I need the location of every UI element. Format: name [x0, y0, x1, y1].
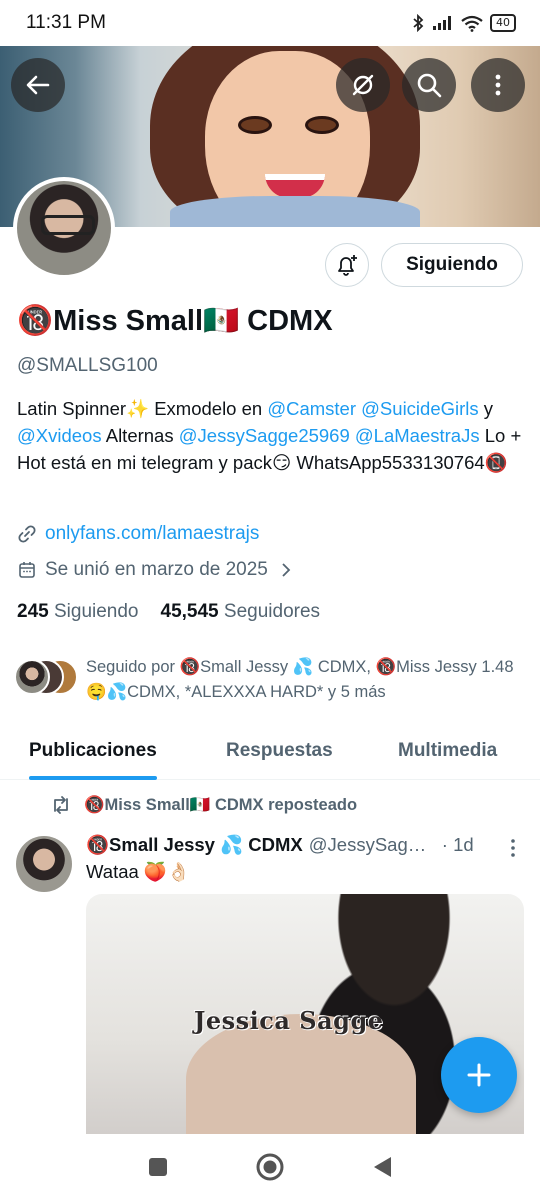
following-label: Siguiendo: [53, 601, 139, 622]
tab-respuestas[interactable]: Respuestas: [226, 722, 333, 780]
chevron-right-icon: [282, 563, 291, 577]
joined-date-row[interactable]: Se unió en marzo de 2025: [17, 559, 296, 581]
followed-by-avatars: [14, 659, 78, 695]
bio-text: Alternas: [101, 425, 179, 446]
more-vertical-icon[interactable]: [508, 838, 518, 858]
mention-link[interactable]: @Xvideos: [17, 425, 102, 446]
search-button[interactable]: [402, 58, 456, 112]
profile-avatar[interactable]: [13, 177, 115, 279]
system-navigation-bar: [0, 1134, 540, 1200]
calendar-icon: [19, 562, 35, 578]
profile-bio: Latin Spinner✨ Exmodelo en @Camster @Sui…: [17, 395, 527, 476]
repost-indicator[interactable]: 🔞Miss Small🇲🇽 CDMX reposteado: [50, 795, 357, 815]
followed-by-row[interactable]: Seguido por 🔞Small Jessy 💦 CDMX, 🔞Miss J…: [14, 655, 526, 705]
notifications-button[interactable]: [325, 243, 369, 287]
post-timestamp[interactable]: · 1d: [442, 834, 474, 856]
banner-illustration-collar: [170, 196, 420, 227]
post-text: Wataa 🍑👌🏻: [86, 861, 190, 882]
bio-text: Latin Spinner✨ Exmodelo en: [17, 398, 268, 419]
followers-stat[interactable]: 45,545 Seguidores: [161, 601, 321, 623]
display-name: 🔞Miss Small🇲🇽 CDMX: [17, 305, 333, 337]
hide-button[interactable]: [336, 58, 390, 112]
back-arrow-icon: [26, 75, 50, 95]
mention-link[interactable]: @LaMaestraJs: [355, 425, 480, 446]
post-author-name[interactable]: 🔞Small Jessy 💦 CDMX: [86, 834, 303, 856]
mention-link[interactable]: @JessySagge25969: [179, 425, 350, 446]
bell-plus-icon: [338, 255, 357, 276]
post-author-avatar[interactable]: [16, 836, 72, 892]
profile-website-link[interactable]: onlyfans.com/lamaestrajs: [45, 523, 259, 545]
home-icon[interactable]: [255, 1152, 285, 1182]
mention-link[interactable]: @Camster: [267, 398, 356, 419]
banner-illustration-eye: [305, 116, 339, 134]
mention-link[interactable]: @SuicideGirls: [361, 398, 478, 419]
followers-label: Seguidores: [223, 601, 321, 622]
status-icons: 40: [411, 14, 516, 32]
status-bar: 11:31 PM 40: [0, 0, 540, 46]
tab-publicaciones[interactable]: Publicaciones: [29, 722, 157, 780]
post-header: 🔞Small Jessy 💦 CDMX @JessySagge25969 · 1…: [86, 834, 526, 856]
follow-counts: 245 Siguiendo 45,545 Seguidores: [17, 601, 320, 623]
profile-link-row[interactable]: onlyfans.com/lamaestrajs: [17, 523, 259, 545]
banner-illustration-eye: [238, 116, 272, 134]
recent-apps-icon[interactable]: [147, 1156, 169, 1178]
eye-slash-icon: [352, 74, 374, 96]
followed-by-text: Seguido por 🔞Small Jessy 💦 CDMX, 🔞Miss J…: [86, 658, 514, 701]
link-icon: [18, 525, 36, 543]
repost-label: 🔞Miss Small🇲🇽 CDMX reposteado: [84, 795, 358, 814]
profile-tabs: Publicaciones Respuestas Multimedia: [0, 722, 540, 780]
tab-multimedia[interactable]: Multimedia: [398, 722, 497, 780]
username: @SMALLSG100: [17, 355, 158, 376]
following-button[interactable]: Siguiendo: [381, 243, 523, 287]
battery-indicator: 40: [490, 14, 516, 32]
signal-icon: [433, 16, 451, 30]
joined-date: Se unió en marzo de 2025: [45, 559, 268, 580]
post-author-handle[interactable]: @JessySagge25969: [309, 834, 434, 856]
compose-button[interactable]: [441, 1037, 517, 1113]
bio-text: y: [478, 398, 494, 419]
more-vertical-icon: [495, 74, 501, 96]
avatar: [14, 659, 50, 695]
status-time: 11:31 PM: [26, 12, 106, 33]
media-watermark: Jessica Sagge: [194, 1006, 384, 1035]
back-button[interactable]: [11, 58, 65, 112]
following-stat[interactable]: 245 Siguiendo: [17, 601, 139, 623]
followers-count: 45,545: [160, 601, 219, 622]
search-icon: [417, 73, 442, 98]
repost-icon: [54, 796, 68, 814]
wifi-icon: [461, 15, 483, 32]
following-count: 245: [17, 601, 49, 622]
bluetooth-icon: [413, 14, 424, 32]
back-triangle-icon[interactable]: [371, 1155, 393, 1179]
more-options-button[interactable]: [471, 58, 525, 112]
plus-icon: [467, 1063, 491, 1087]
